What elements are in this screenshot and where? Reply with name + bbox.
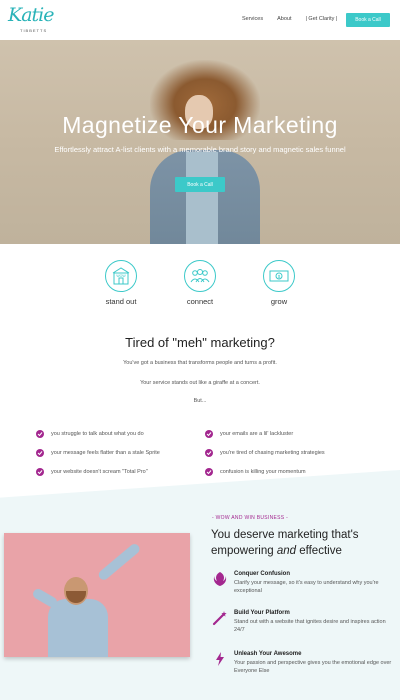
tired-line-1: You've got a business that transforms pe… xyxy=(123,360,277,366)
list-item: you struggle to talk about what you do xyxy=(36,430,144,438)
feature-label: connect xyxy=(186,297,214,306)
list-item: you're tired of chasing marketing strate… xyxy=(205,449,325,457)
people-icon xyxy=(184,260,216,292)
benefit-desc: Your passion and perspective gives you t… xyxy=(234,660,392,674)
check-icon xyxy=(205,468,213,476)
hero-title: Magnetize Your Marketing xyxy=(62,112,338,138)
hero-book-call-button[interactable]: Book a Call xyxy=(175,177,225,192)
section-heading: You deserve marketing that's empowering … xyxy=(211,528,391,559)
check-icon xyxy=(205,449,213,457)
feature-connect: connect xyxy=(170,260,230,306)
heading-part: effective xyxy=(296,544,342,557)
tired-heading: Tired of "meh" marketing? xyxy=(125,335,275,350)
list-item-text: your website doesn't scream "Total Pro" xyxy=(51,469,148,475)
top-nav: Katie TIBBETTS Services About | Get Clar… xyxy=(0,0,400,40)
hero: Magnetize Your Marketing Effortlessly at… xyxy=(0,40,400,244)
rebel-icon xyxy=(212,571,228,587)
money-icon: $ xyxy=(263,260,295,292)
list-item-text: confusion is killing your momentum xyxy=(220,469,306,475)
nav-book-call-button[interactable]: Book a Call xyxy=(346,13,390,27)
nav-link-about[interactable]: About xyxy=(277,16,291,22)
section-tag: - WOW AND WIN BUSINESS - xyxy=(212,515,289,521)
logo-script: Katie xyxy=(8,4,54,26)
feature-stand-out: WOW stand out xyxy=(91,260,151,306)
features-row: WOW stand out connect $ grow xyxy=(0,260,400,310)
benefit-desc: Clarify your message, so it's easy to un… xyxy=(234,580,379,594)
benefit-title: Conquer Confusion xyxy=(234,571,290,577)
benefit-title: Unleash Your Awesome xyxy=(234,651,302,657)
list-item-text: your emails are a lil' lackluster xyxy=(220,431,294,437)
nav-link-get-clarity[interactable]: | Get Clarity | xyxy=(305,16,337,22)
tired-line-3: But... xyxy=(193,398,207,404)
list-item: confusion is killing your momentum xyxy=(205,468,306,476)
nav-links: Services About | Get Clarity | xyxy=(242,16,337,22)
lightning-icon xyxy=(212,651,228,667)
check-icon xyxy=(36,449,44,457)
list-item-text: you struggle to talk about what you do xyxy=(51,431,144,437)
benefit-desc: Stand out with a website that ignites de… xyxy=(234,619,386,633)
heading-emphasis: and xyxy=(276,544,297,557)
feature-label: grow xyxy=(270,297,288,306)
man-celebrating-photo xyxy=(4,533,190,657)
list-item: your website doesn't scream "Total Pro" xyxy=(36,468,148,476)
list-item-text: your message feels flatter than a stale … xyxy=(51,450,160,456)
check-icon xyxy=(36,430,44,438)
check-icon xyxy=(36,468,44,476)
hero-subtitle: Effortlessly attract A-list clients with… xyxy=(54,145,346,154)
storefront-icon: WOW xyxy=(105,260,137,292)
tired-line-2: Your service stands out like a giraffe a… xyxy=(140,380,260,386)
logo[interactable]: Katie TIBBETTS xyxy=(8,4,54,36)
check-icon xyxy=(205,430,213,438)
nav-link-services[interactable]: Services xyxy=(242,16,263,22)
logo-subtitle: TIBBETTS xyxy=(20,28,48,33)
feature-label: stand out xyxy=(105,297,137,306)
hero-photo-shirt xyxy=(186,152,218,244)
list-item: your emails are a lil' lackluster xyxy=(205,430,293,438)
feature-grow: $ grow xyxy=(249,260,309,306)
list-item-text: you're tired of chasing marketing strate… xyxy=(220,450,325,456)
photo-body xyxy=(48,599,108,657)
photo-arm xyxy=(96,542,142,582)
wand-icon xyxy=(212,610,228,626)
benefit-title: Build Your Platform xyxy=(234,610,290,616)
list-item: your message feels flatter than a stale … xyxy=(36,449,160,457)
svg-text:WOW: WOW xyxy=(116,274,126,278)
